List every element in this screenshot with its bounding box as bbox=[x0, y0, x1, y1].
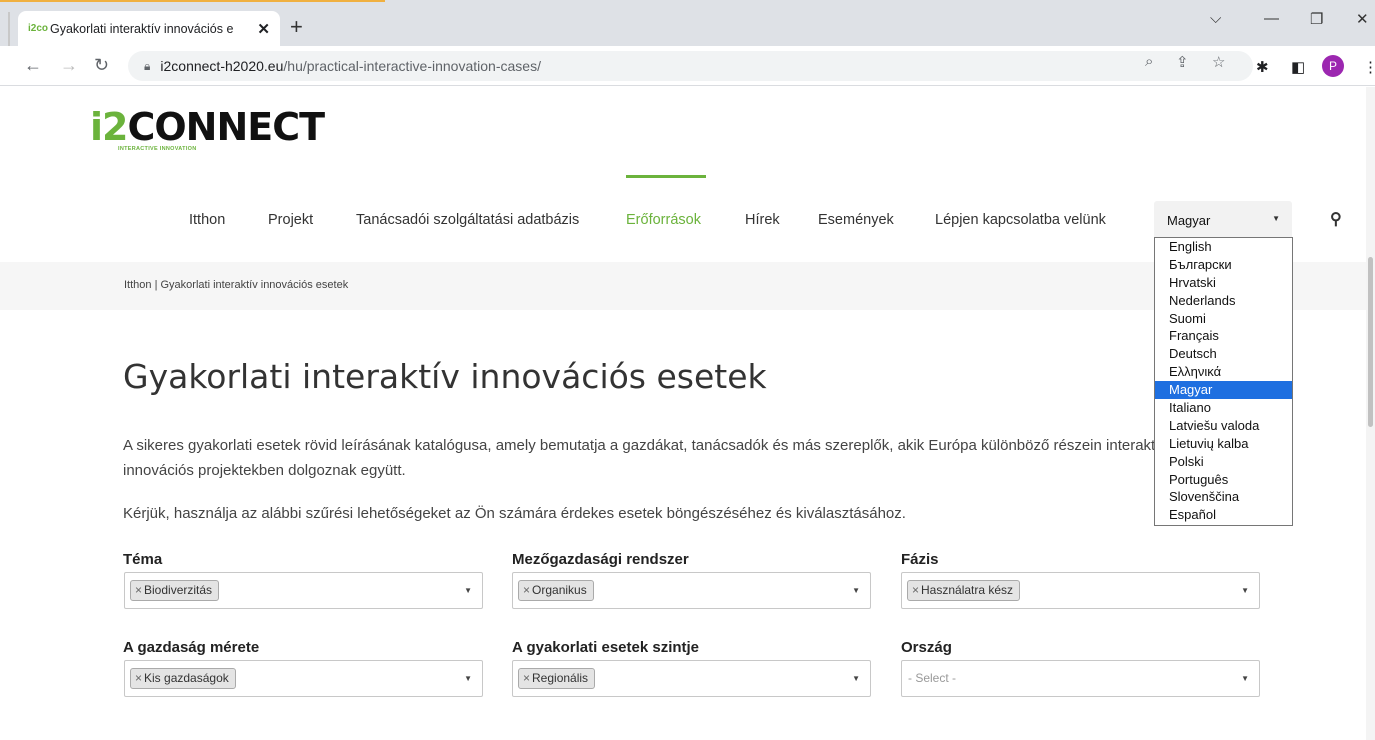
language-option[interactable]: Italiano bbox=[1155, 399, 1292, 417]
filter-label-szint: A gyakorlati esetek szintje bbox=[512, 639, 700, 656]
filter-instructions: Kérjük, használja az alábbi szűrési lehe… bbox=[123, 505, 906, 522]
nav-item-itthon[interactable]: Itthon bbox=[189, 212, 225, 228]
extensions-puzzle-icon[interactable]: ✱ bbox=[1256, 58, 1269, 76]
filter-label-tema: Téma bbox=[123, 551, 163, 568]
caret-down-icon: ▼ bbox=[464, 586, 472, 595]
filter-chip-szint[interactable]: × Regionális bbox=[518, 668, 596, 689]
profile-avatar[interactable]: P bbox=[1322, 55, 1344, 77]
restore-icon[interactable]: ❐ bbox=[1310, 10, 1323, 28]
lock-icon[interactable]: 🔒︎ bbox=[144, 59, 150, 74]
language-option[interactable]: Slovenščina bbox=[1155, 488, 1292, 506]
filter-label-meret: A gazdaság mérete bbox=[123, 639, 260, 656]
nav-item-esemenyek[interactable]: Események bbox=[818, 212, 894, 228]
caret-down-icon: ▼ bbox=[1241, 674, 1249, 683]
language-option[interactable]: Ελληνικά bbox=[1155, 363, 1292, 381]
search-icon[interactable]: ⚲ bbox=[1330, 209, 1342, 229]
filter-select-szint[interactable]: × Regionális ▼ bbox=[512, 660, 871, 697]
chip-remove-icon[interactable]: × bbox=[135, 671, 142, 685]
browser-tab-strip: i2co Gyakorlati interaktív innovációs e … bbox=[0, 0, 1375, 46]
filter-label-rendszer: Mezőgazdasági rendszer bbox=[512, 551, 689, 568]
url-host: i2connect-h2020.eu bbox=[160, 58, 284, 74]
language-option[interactable]: Nederlands bbox=[1155, 292, 1292, 310]
language-dropdown-list: English Български Hrvatski Nederlands Su… bbox=[1154, 237, 1293, 526]
caret-down-icon: ▼ bbox=[464, 674, 472, 683]
filter-select-orszag[interactable]: - Select - ▼ bbox=[901, 660, 1260, 697]
browser-toolbar: ← → ↻ 🔒︎ i2connect-h2020.eu/hu/practical… bbox=[0, 46, 1375, 86]
address-bar[interactable]: 🔒︎ i2connect-h2020.eu/hu/practical-inter… bbox=[128, 51, 1253, 81]
browser-menu-icon[interactable]: ⋮ bbox=[1363, 58, 1375, 76]
chip-remove-icon[interactable]: × bbox=[135, 583, 142, 597]
breadcrumb-text[interactable]: Itthon | Gyakorlati interaktív innováció… bbox=[124, 279, 348, 291]
scrollbar-thumb[interactable] bbox=[1368, 257, 1373, 427]
language-option[interactable]: Español bbox=[1155, 506, 1292, 524]
filter-chip-rendszer[interactable]: × Organikus bbox=[518, 580, 594, 601]
language-option[interactable]: English bbox=[1155, 238, 1292, 256]
logo-wordmark: i2CONNECT bbox=[90, 105, 325, 149]
tab-title: Gyakorlati interaktív innovációs e bbox=[50, 21, 234, 36]
share-icon[interactable]: ⇪ bbox=[1176, 53, 1189, 71]
chip-remove-icon[interactable]: × bbox=[523, 671, 530, 685]
reload-icon[interactable]: ↻ bbox=[94, 55, 109, 76]
chip-remove-icon[interactable]: × bbox=[523, 583, 530, 597]
language-option[interactable]: Hrvatski bbox=[1155, 274, 1292, 292]
filter-label-orszag: Ország bbox=[901, 639, 952, 656]
back-arrow-icon[interactable]: ← bbox=[24, 55, 42, 76]
language-option[interactable]: Français bbox=[1155, 327, 1292, 345]
tab-strip-accent bbox=[0, 0, 385, 2]
url-text: i2connect-h2020.eu/hu/practical-interact… bbox=[160, 58, 541, 74]
site-favicon-icon: i2co bbox=[28, 23, 49, 34]
filter-chip-tema[interactable]: × Biodiverzitás bbox=[130, 580, 220, 601]
window-close-icon[interactable]: ✕ bbox=[1356, 10, 1369, 28]
intro-paragraph: A sikeres gyakorlati esetek rövid leírás… bbox=[123, 437, 1167, 479]
nav-item-hirek[interactable]: Hírek bbox=[745, 212, 780, 228]
nav-active-indicator bbox=[626, 175, 706, 178]
language-option[interactable]: Latviešu valoda bbox=[1155, 417, 1292, 435]
filter-placeholder-orszag: - Select - bbox=[908, 671, 957, 685]
language-option-selected[interactable]: Magyar bbox=[1155, 381, 1292, 400]
site-logo[interactable]: i2CONNECT INTERACTIVE INNOVATION bbox=[90, 105, 325, 152]
forward-arrow-icon[interactable]: → bbox=[60, 55, 78, 76]
language-select-value: Magyar bbox=[1167, 213, 1211, 228]
filter-label-fazis: Fázis bbox=[901, 551, 939, 568]
filter-chip-fazis[interactable]: × Használatra kész bbox=[907, 580, 1021, 601]
tab-strip-edge bbox=[8, 12, 10, 46]
filter-select-fazis[interactable]: × Használatra kész ▼ bbox=[901, 572, 1260, 609]
caret-down-icon: ▼ bbox=[1241, 586, 1249, 595]
language-option[interactable]: Български bbox=[1155, 256, 1292, 274]
url-path: /hu/practical-interactive-innovation-cas… bbox=[283, 58, 541, 74]
browser-tab[interactable]: i2co Gyakorlati interaktív innovációs e … bbox=[18, 11, 280, 46]
filter-select-rendszer[interactable]: × Organikus ▼ bbox=[512, 572, 871, 609]
caret-down-icon: ▼ bbox=[1272, 214, 1280, 223]
bookmark-star-icon[interactable]: ☆ bbox=[1212, 53, 1225, 71]
language-option[interactable]: Polski bbox=[1155, 453, 1292, 471]
language-option[interactable]: Suomi bbox=[1155, 310, 1292, 328]
language-select[interactable]: Magyar ▼ bbox=[1154, 201, 1292, 238]
nav-item-tanacsadoi[interactable]: Tanácsadói szolgáltatási adatbázis bbox=[356, 212, 579, 228]
caret-down-icon: ▼ bbox=[852, 674, 860, 683]
chip-remove-icon[interactable]: × bbox=[912, 583, 919, 597]
tab-search-chevron-icon[interactable]: ⌵ bbox=[1210, 10, 1221, 27]
language-option[interactable]: Deutsch bbox=[1155, 345, 1292, 363]
language-option[interactable]: Português bbox=[1155, 471, 1292, 489]
language-option[interactable]: Lietuvių kalba bbox=[1155, 435, 1292, 453]
tab-close-icon[interactable]: ✕ bbox=[257, 20, 270, 38]
filter-chip-meret[interactable]: × Kis gazdaságok bbox=[130, 668, 236, 689]
zoom-icon[interactable]: ⌕ bbox=[1145, 53, 1153, 70]
nav-item-kapcsolat[interactable]: Lépjen kapcsolatba velünk bbox=[935, 212, 1106, 228]
page-scrollbar[interactable] bbox=[1366, 87, 1375, 740]
nav-item-projekt[interactable]: Projekt bbox=[268, 212, 313, 228]
minimize-icon[interactable]: — bbox=[1264, 10, 1279, 27]
nav-item-eroforrasok[interactable]: Erőforrások bbox=[626, 212, 701, 228]
page-title: Gyakorlati interaktív innovációs esetek bbox=[123, 357, 767, 396]
new-tab-button[interactable]: + bbox=[290, 14, 303, 40]
caret-down-icon: ▼ bbox=[852, 586, 860, 595]
side-panel-icon[interactable]: ◧ bbox=[1291, 58, 1305, 76]
filter-select-meret[interactable]: × Kis gazdaságok ▼ bbox=[124, 660, 483, 697]
filter-select-tema[interactable]: × Biodiverzitás ▼ bbox=[124, 572, 483, 609]
